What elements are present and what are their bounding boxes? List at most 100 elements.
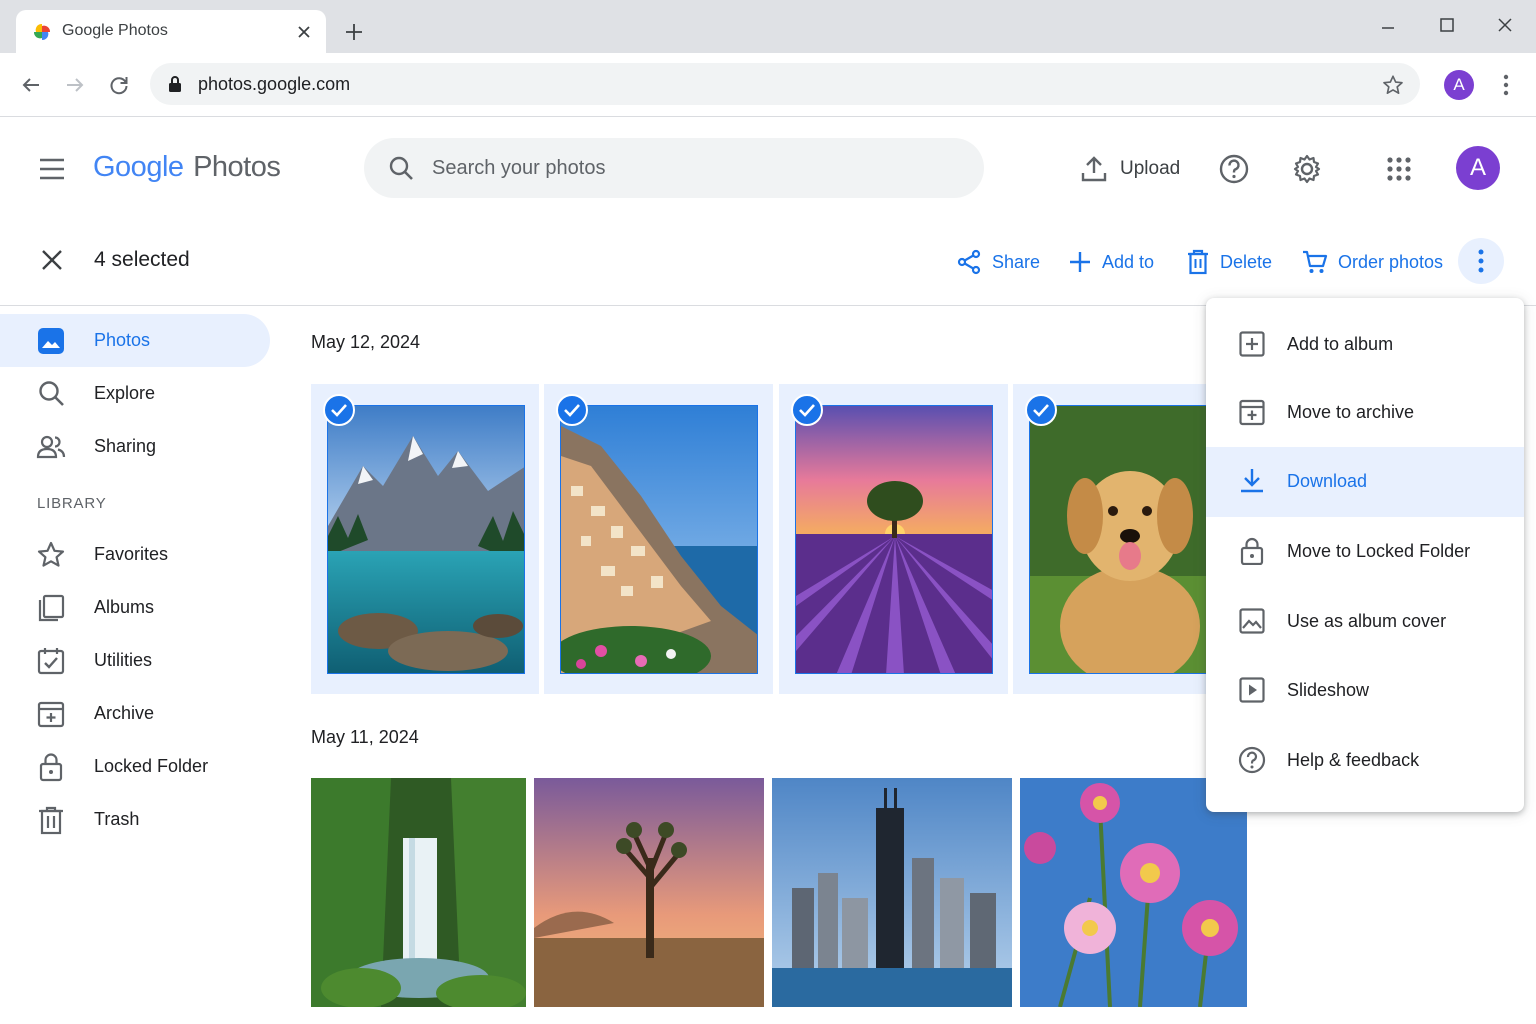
window-close-icon[interactable] — [1497, 17, 1513, 33]
sidebar-item-label: Explore — [94, 383, 156, 403]
browser-toolbar: photos.google.com A — [0, 53, 1536, 117]
order-photos-label: Order photos — [1338, 251, 1444, 272]
help-icon[interactable] — [1218, 153, 1250, 185]
add-box-icon — [1238, 330, 1266, 358]
menu-item-add-to-album[interactable]: Add to album — [1206, 310, 1524, 380]
reload-icon[interactable] — [108, 74, 130, 96]
sidebar-item-label: Utilities — [94, 650, 153, 670]
star-icon — [36, 540, 66, 570]
lock-icon — [168, 75, 182, 93]
lock-icon — [36, 752, 66, 782]
sidebar-item-label: Archive — [94, 703, 155, 723]
add-to-button[interactable]: Add to — [1068, 246, 1154, 278]
share-button[interactable]: Share — [956, 246, 1040, 278]
logo-photos-text: Photos — [193, 151, 281, 183]
menu-item-move-to-locked-folder[interactable]: Move to Locked Folder — [1206, 517, 1524, 587]
sidebar-item-utilities[interactable]: Utilities — [0, 634, 270, 687]
photo-golden-retriever — [1029, 405, 1207, 674]
sidebar-item-locked-folder[interactable]: Locked Folder — [0, 740, 270, 793]
menu-item-help-feedback[interactable]: Help & feedback — [1206, 726, 1524, 796]
google-photos-logo[interactable]: Google Photos — [93, 151, 281, 184]
trash-icon — [1186, 249, 1210, 275]
archive-icon — [36, 699, 66, 729]
date-heading: May 12, 2024 — [311, 332, 421, 352]
sidebar-item-trash[interactable]: Trash — [0, 793, 270, 846]
main-menu-icon[interactable] — [38, 157, 66, 181]
sidebar-item-photos[interactable]: Photos — [0, 314, 270, 367]
menu-item-label: Use as album cover — [1287, 611, 1447, 631]
close-tab-icon[interactable] — [296, 24, 312, 40]
url-text: photos.google.com — [198, 74, 351, 94]
search-icon — [36, 379, 66, 409]
maximize-icon[interactable] — [1439, 17, 1455, 33]
clear-selection-icon[interactable] — [40, 248, 64, 272]
photo-tile-selected[interactable] — [1013, 384, 1207, 694]
photo-pink-flowers[interactable] — [1020, 778, 1247, 1007]
share-label: Share — [992, 251, 1041, 272]
check-icon[interactable] — [323, 394, 355, 426]
bookmark-star-icon[interactable] — [1382, 74, 1404, 96]
image-icon — [1238, 607, 1266, 635]
browser-tab[interactable]: Google Photos — [16, 10, 326, 53]
browser-menu-icon[interactable] — [1496, 73, 1516, 97]
albums-icon — [36, 593, 66, 623]
share-icon — [956, 249, 982, 275]
check-icon[interactable] — [556, 394, 588, 426]
back-icon[interactable] — [20, 74, 42, 96]
sidebar-item-label: Trash — [94, 809, 140, 829]
photo-city-skyline[interactable] — [772, 778, 1012, 1007]
menu-item-label: Move to Locked Folder — [1287, 541, 1471, 561]
menu-item-label: Add to album — [1287, 334, 1394, 354]
photo-tile-selected[interactable] — [544, 384, 773, 694]
photo-joshua-tree[interactable] — [534, 778, 764, 1007]
minimize-icon[interactable] — [1380, 20, 1396, 36]
sidebar-item-label: Sharing — [94, 436, 157, 456]
plus-icon — [1068, 250, 1092, 274]
delete-label: Delete — [1220, 251, 1273, 272]
photo-tile-selected[interactable] — [779, 384, 1008, 694]
more-options-menu: Add to album Move to archive Download Mo… — [1206, 298, 1524, 812]
settings-gear-icon[interactable] — [1291, 153, 1323, 185]
more-options-button[interactable] — [1458, 238, 1504, 284]
menu-item-use-as-album-cover[interactable]: Use as album cover — [1206, 587, 1524, 657]
download-icon — [1238, 467, 1266, 495]
menu-item-download[interactable]: Download — [1206, 447, 1524, 517]
sidebar-item-sharing[interactable]: Sharing — [0, 420, 270, 473]
logo-google-text: Google — [93, 151, 184, 183]
sidebar-item-explore[interactable]: Explore — [0, 367, 270, 420]
lock-icon — [1238, 537, 1266, 565]
upload-label: Upload — [1120, 158, 1181, 179]
new-tab-icon[interactable] — [344, 22, 364, 42]
address-bar[interactable]: photos.google.com — [150, 63, 1420, 105]
menu-item-move-to-archive[interactable]: Move to archive — [1206, 378, 1524, 448]
account-avatar[interactable]: A — [1456, 146, 1500, 190]
check-icon[interactable] — [791, 394, 823, 426]
browser-profile-avatar[interactable]: A — [1444, 70, 1474, 100]
upload-button[interactable]: Upload — [1080, 155, 1180, 183]
slideshow-icon — [1238, 676, 1266, 704]
search-placeholder: Search your photos — [432, 157, 606, 179]
photo-tile-selected[interactable] — [311, 384, 539, 694]
check-icon[interactable] — [1025, 394, 1057, 426]
forward-icon[interactable] — [64, 74, 86, 96]
photo-lavender-field — [795, 405, 993, 674]
menu-item-slideshow[interactable]: Slideshow — [1206, 656, 1524, 726]
library-heading: LIBRARY — [37, 495, 107, 512]
search-icon — [388, 155, 414, 181]
sidebar-item-archive[interactable]: Archive — [0, 687, 270, 740]
sidebar-item-label: Albums — [94, 597, 155, 617]
sidebar-item-favorites[interactable]: Favorites — [0, 528, 270, 581]
sidebar-item-label: Favorites — [94, 544, 169, 564]
order-photos-button[interactable]: Order photos — [1302, 246, 1443, 278]
upload-icon — [1080, 155, 1108, 183]
sidebar-item-albums[interactable]: Albums — [0, 581, 270, 634]
apps-grid-icon[interactable] — [1387, 157, 1411, 181]
photo-waterfall[interactable] — [311, 778, 526, 1007]
search-bar[interactable]: Search your photos — [364, 138, 984, 198]
photo-mountain-lake — [327, 405, 525, 674]
delete-button[interactable]: Delete — [1186, 246, 1272, 278]
cart-icon — [1302, 249, 1328, 275]
people-icon — [36, 432, 66, 462]
add-to-label: Add to — [1102, 251, 1155, 272]
archive-icon — [1238, 398, 1266, 426]
